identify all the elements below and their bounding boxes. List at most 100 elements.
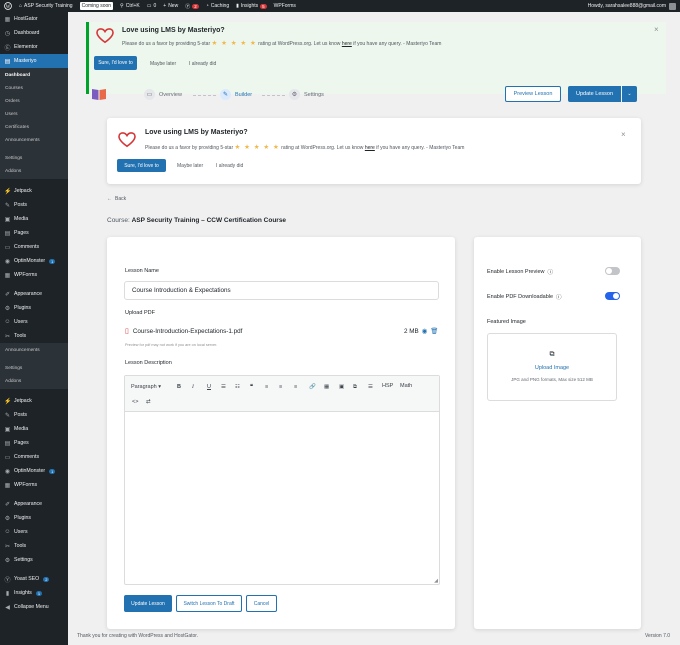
align-left-icon[interactable]: ≡ bbox=[265, 384, 268, 390]
sure-button[interactable]: Sure, I'd love to bbox=[94, 56, 137, 70]
account-menu[interactable]: Howdy, sarahsalee888@gmail.com bbox=[588, 2, 676, 10]
sidebar-item-plugins[interactable]: ⚙ Plugins bbox=[0, 301, 68, 315]
coming-soon-badge[interactable]: Coming soon bbox=[79, 2, 114, 10]
sidebar-item-posts[interactable]: ✎ Posts bbox=[0, 408, 68, 422]
here-link[interactable]: here bbox=[365, 145, 375, 151]
sidebar-item-plugins[interactable]: ⚙ Plugins bbox=[0, 511, 68, 525]
italic-icon[interactable]: I bbox=[192, 384, 194, 390]
tab-settings[interactable]: ⚙ Settings bbox=[289, 89, 324, 100]
maybe-later-link[interactable]: Maybe later bbox=[177, 163, 203, 169]
search-shortcut[interactable]: ⚲ Ctrl+K bbox=[120, 3, 140, 9]
sidebar-subitem-certificates[interactable]: Certificates bbox=[0, 121, 68, 134]
tab-builder[interactable]: ✎ Builder bbox=[220, 89, 252, 100]
sidebar-subitem-dashboard[interactable]: Dashboard bbox=[0, 69, 68, 82]
sidebar-item-tools[interactable]: ✂ Tools bbox=[0, 539, 68, 553]
sidebar-item-media[interactable]: ▣ Media bbox=[0, 212, 68, 226]
yoast-link[interactable]: Ⓨ 2 bbox=[185, 3, 199, 10]
tab-overview[interactable]: ▭ Overview bbox=[144, 89, 182, 100]
new-content-link[interactable]: + New bbox=[163, 3, 178, 9]
sidebar-item-wpforms[interactable]: ▦ WPForms bbox=[0, 268, 68, 282]
sidebar-item-pages[interactable]: ▤ Pages bbox=[0, 226, 68, 240]
sidebar-item-media[interactable]: ▣ Media bbox=[0, 422, 68, 436]
sidebar-item-dashboard[interactable]: ◷ Dashboard bbox=[0, 26, 68, 40]
sidebar-subitem-addons[interactable]: Addons bbox=[0, 375, 68, 388]
dismiss-notice-icon[interactable]: × bbox=[621, 130, 626, 139]
sidebar-item-insights[interactable]: ▮ Insights 1 bbox=[0, 586, 68, 600]
wpforms-link[interactable]: WPForms bbox=[274, 3, 296, 9]
sidebar-item-users[interactable]: ☺ Users bbox=[0, 525, 68, 539]
sidebar-subitem-settings[interactable]: Settings bbox=[0, 362, 68, 375]
sidebar-item-announcements[interactable]: Announcements bbox=[0, 344, 68, 357]
update-lesson-button[interactable]: Update Lesson bbox=[124, 595, 172, 612]
sidebar-item-collapse-menu[interactable]: ◀ Collapse Menu bbox=[0, 600, 68, 614]
horizontal-rule-icon[interactable]: ☰ bbox=[368, 384, 373, 390]
sidebar-item-optinmonster[interactable]: ◉ OptinMonster 1 bbox=[0, 254, 68, 268]
update-lesson-header-button[interactable]: Update Lesson bbox=[568, 86, 621, 102]
cancel-button[interactable]: Cancel bbox=[246, 595, 277, 612]
here-link[interactable]: here bbox=[342, 41, 352, 47]
wordpress-logo-icon[interactable]: W bbox=[4, 2, 12, 10]
code-icon[interactable]: <> bbox=[132, 399, 138, 405]
sidebar-item-elementor[interactable]: Ⓔ Elementor bbox=[0, 40, 68, 54]
site-name-link[interactable]: ⌂ ASP Security Training bbox=[19, 3, 73, 9]
trash-icon[interactable]: 🗑 bbox=[430, 327, 438, 335]
rich-text-editor[interactable]: Paragraph ▾ B I U ☰ ☷ ❝ ≡ ≡ ≡ 🔗 ▦ ▣ ⧉ ☰ … bbox=[124, 375, 440, 585]
preview-lesson-button[interactable]: Preview Lesson bbox=[505, 86, 561, 102]
sidebar-item-tools[interactable]: ✂ Tools bbox=[0, 329, 68, 343]
sidebar-item-comments[interactable]: ▭ Comments bbox=[0, 240, 68, 254]
math-button[interactable]: Math bbox=[400, 383, 412, 389]
resize-handle-icon[interactable]: ◢ bbox=[434, 578, 438, 584]
sidebar-item-jetpack[interactable]: ⚡ Jetpack bbox=[0, 184, 68, 198]
undo-icon[interactable]: ⇄ bbox=[146, 399, 151, 405]
maybe-later-link[interactable]: Maybe later bbox=[150, 61, 176, 67]
sidebar-item-optinmonster[interactable]: ◉ OptinMonster 1 bbox=[0, 464, 68, 478]
dismiss-notice-icon[interactable]: × bbox=[654, 25, 659, 34]
sidebar-item-posts[interactable]: ✎ Posts bbox=[0, 198, 68, 212]
bullet-list-icon[interactable]: ☰ bbox=[221, 384, 226, 390]
upload-image-link[interactable]: Upload Image bbox=[488, 365, 616, 371]
pdf-downloadable-toggle[interactable] bbox=[605, 292, 620, 300]
already-did-link[interactable]: I already did bbox=[216, 163, 243, 169]
sidebar-item-yoast-seo[interactable]: Ⓨ Yoast SEO 2 bbox=[0, 572, 68, 586]
sidebar-item-masteriyo[interactable]: ▤ Masteriyo bbox=[0, 54, 68, 68]
sidebar-item-appearance[interactable]: ✐ Appearance bbox=[0, 287, 68, 301]
sidebar-item-jetpack[interactable]: ⚡ Jetpack bbox=[0, 394, 68, 408]
already-did-link[interactable]: I already did bbox=[189, 61, 216, 67]
sure-button[interactable]: Sure, I'd love to bbox=[117, 159, 166, 172]
sidebar-subitem-courses[interactable]: Courses bbox=[0, 82, 68, 95]
insights-link[interactable]: ▮ Insights 5 bbox=[236, 3, 267, 9]
image-icon[interactable]: ▣ bbox=[339, 384, 344, 390]
align-center-icon[interactable]: ≡ bbox=[279, 384, 282, 390]
sidebar-item-comments[interactable]: ▭ Comments bbox=[0, 450, 68, 464]
comments-link[interactable]: ▭ 0 bbox=[147, 3, 157, 9]
caching-link[interactable]: ◔ Caching bbox=[206, 3, 229, 9]
bold-icon[interactable]: B bbox=[177, 384, 181, 390]
sidebar-subitem-users[interactable]: Users bbox=[0, 108, 68, 121]
blockquote-icon[interactable]: ❝ bbox=[250, 384, 253, 390]
lesson-preview-toggle[interactable] bbox=[605, 267, 620, 275]
sidebar-item-hostgator[interactable]: ▦ HostGator bbox=[0, 12, 68, 26]
sidebar-item-pages[interactable]: ▤ Pages bbox=[0, 436, 68, 450]
lesson-name-input[interactable]: Course Introduction & Expectations bbox=[124, 281, 439, 300]
eye-icon[interactable]: ◉ bbox=[422, 328, 428, 335]
back-link[interactable]: ← Back bbox=[107, 196, 126, 202]
sidebar-subitem-addons[interactable]: Addons bbox=[0, 165, 68, 178]
switch-to-draft-button[interactable]: Switch Lesson To Draft bbox=[176, 595, 242, 612]
sidebar-subitem-settings[interactable]: Settings bbox=[0, 152, 68, 165]
media-embed-icon[interactable]: ⧉ bbox=[353, 384, 357, 391]
underline-icon[interactable]: U bbox=[207, 384, 211, 390]
table-icon[interactable]: ▦ bbox=[324, 384, 329, 390]
chevron-down-icon[interactable]: ⌄ bbox=[622, 86, 637, 102]
sidebar-subitem-orders[interactable]: Orders bbox=[0, 95, 68, 108]
sidebar-item-settings[interactable]: ⚙ Settings bbox=[0, 553, 68, 567]
sidebar-item-users[interactable]: ☺ Users bbox=[0, 315, 68, 329]
align-right-icon[interactable]: ≡ bbox=[294, 384, 297, 390]
sidebar-item-appearance[interactable]: ✐ Appearance bbox=[0, 497, 68, 511]
featured-image-dropzone[interactable]: ⧉ Upload Image JPG and PNG formats, Max … bbox=[487, 333, 617, 401]
paragraph-select[interactable]: Paragraph ▾ bbox=[131, 384, 161, 390]
sidebar-subitem-announcements[interactable]: Announcements bbox=[0, 134, 68, 147]
hsp-button[interactable]: HSP bbox=[382, 383, 393, 389]
sidebar-item-wpforms[interactable]: ▦ WPForms bbox=[0, 478, 68, 492]
numbered-list-icon[interactable]: ☷ bbox=[235, 384, 240, 390]
link-icon[interactable]: 🔗 bbox=[309, 384, 316, 390]
